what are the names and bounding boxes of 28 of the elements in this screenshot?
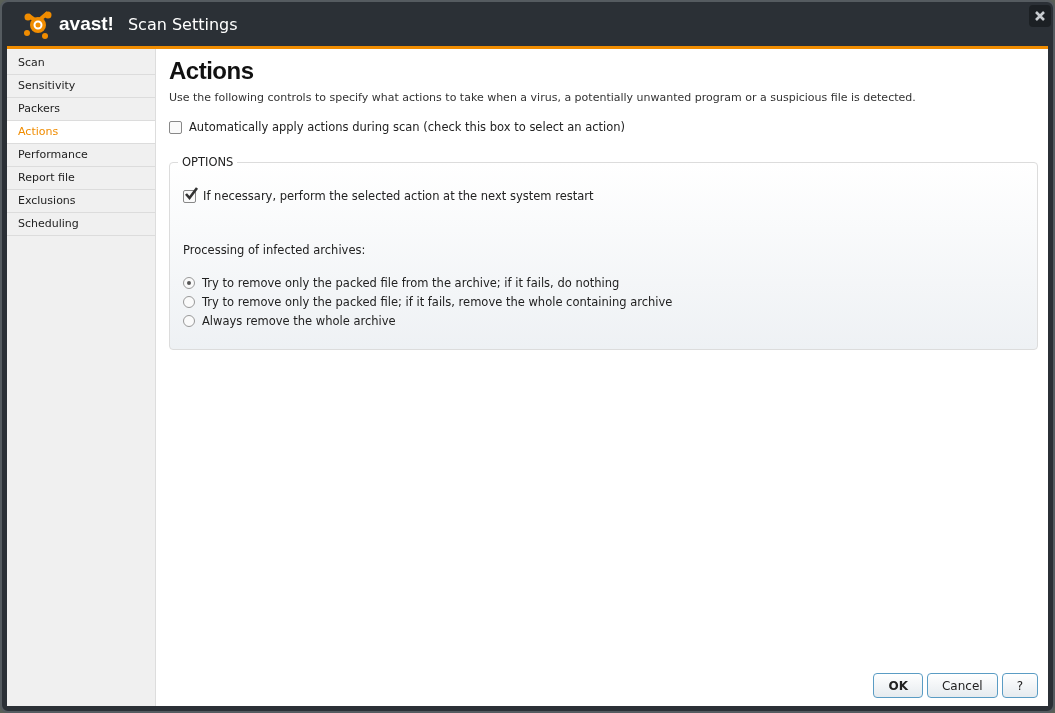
radio-label: Try to remove only the packed file from the archive; if it fails, do nothing: [202, 276, 620, 290]
radio-label: Always remove the whole archive: [202, 314, 396, 328]
radio-button[interactable]: [183, 296, 195, 308]
dialog-button[interactable]: OK: [873, 673, 923, 698]
close-icon: [1035, 11, 1045, 21]
checkbox[interactable]: [183, 189, 196, 203]
radio-label: Try to remove only the packed file; if it fails, remove the whole containing archive: [202, 295, 673, 309]
logo-text: avast!: [59, 13, 114, 35]
sidebar-item[interactable]: Sensitivity: [7, 75, 155, 98]
description-text: Use the following controls to specify what actions to take when a virus, a potentially unwanted program or a suspicious file is detected.: [169, 91, 917, 104]
window-title: Scan Settings: [127, 14, 238, 34]
close-button[interactable]: [1029, 5, 1051, 27]
checkbox-label: If necessary, perform the selected action at the next system restart: [203, 189, 594, 203]
section-label: Processing of infected archives:: [183, 243, 367, 257]
radio-button[interactable]: [183, 315, 195, 327]
sidebar-item[interactable]: Report file: [7, 167, 155, 190]
checkbox[interactable]: [169, 120, 182, 134]
sidebar-item[interactable]: Scheduling: [7, 213, 155, 236]
checkbox-label: Automatically apply actions during scan (check this box to select an action): [189, 120, 626, 134]
sidebar-item[interactable]: Performance: [7, 144, 155, 167]
group-legend: OPTIONS: [178, 155, 238, 169]
sidebar-item[interactable]: Scan: [7, 52, 155, 75]
page-heading: Actions: [169, 57, 255, 85]
dialog-button[interactable]: Cancel: [926, 673, 998, 698]
sidebar-item[interactable]: Exclusions: [7, 190, 155, 213]
dialog-button[interactable]: ?: [1001, 673, 1038, 698]
splat-logo-icon: [23, 9, 53, 39]
radio-button[interactable]: [183, 277, 195, 289]
